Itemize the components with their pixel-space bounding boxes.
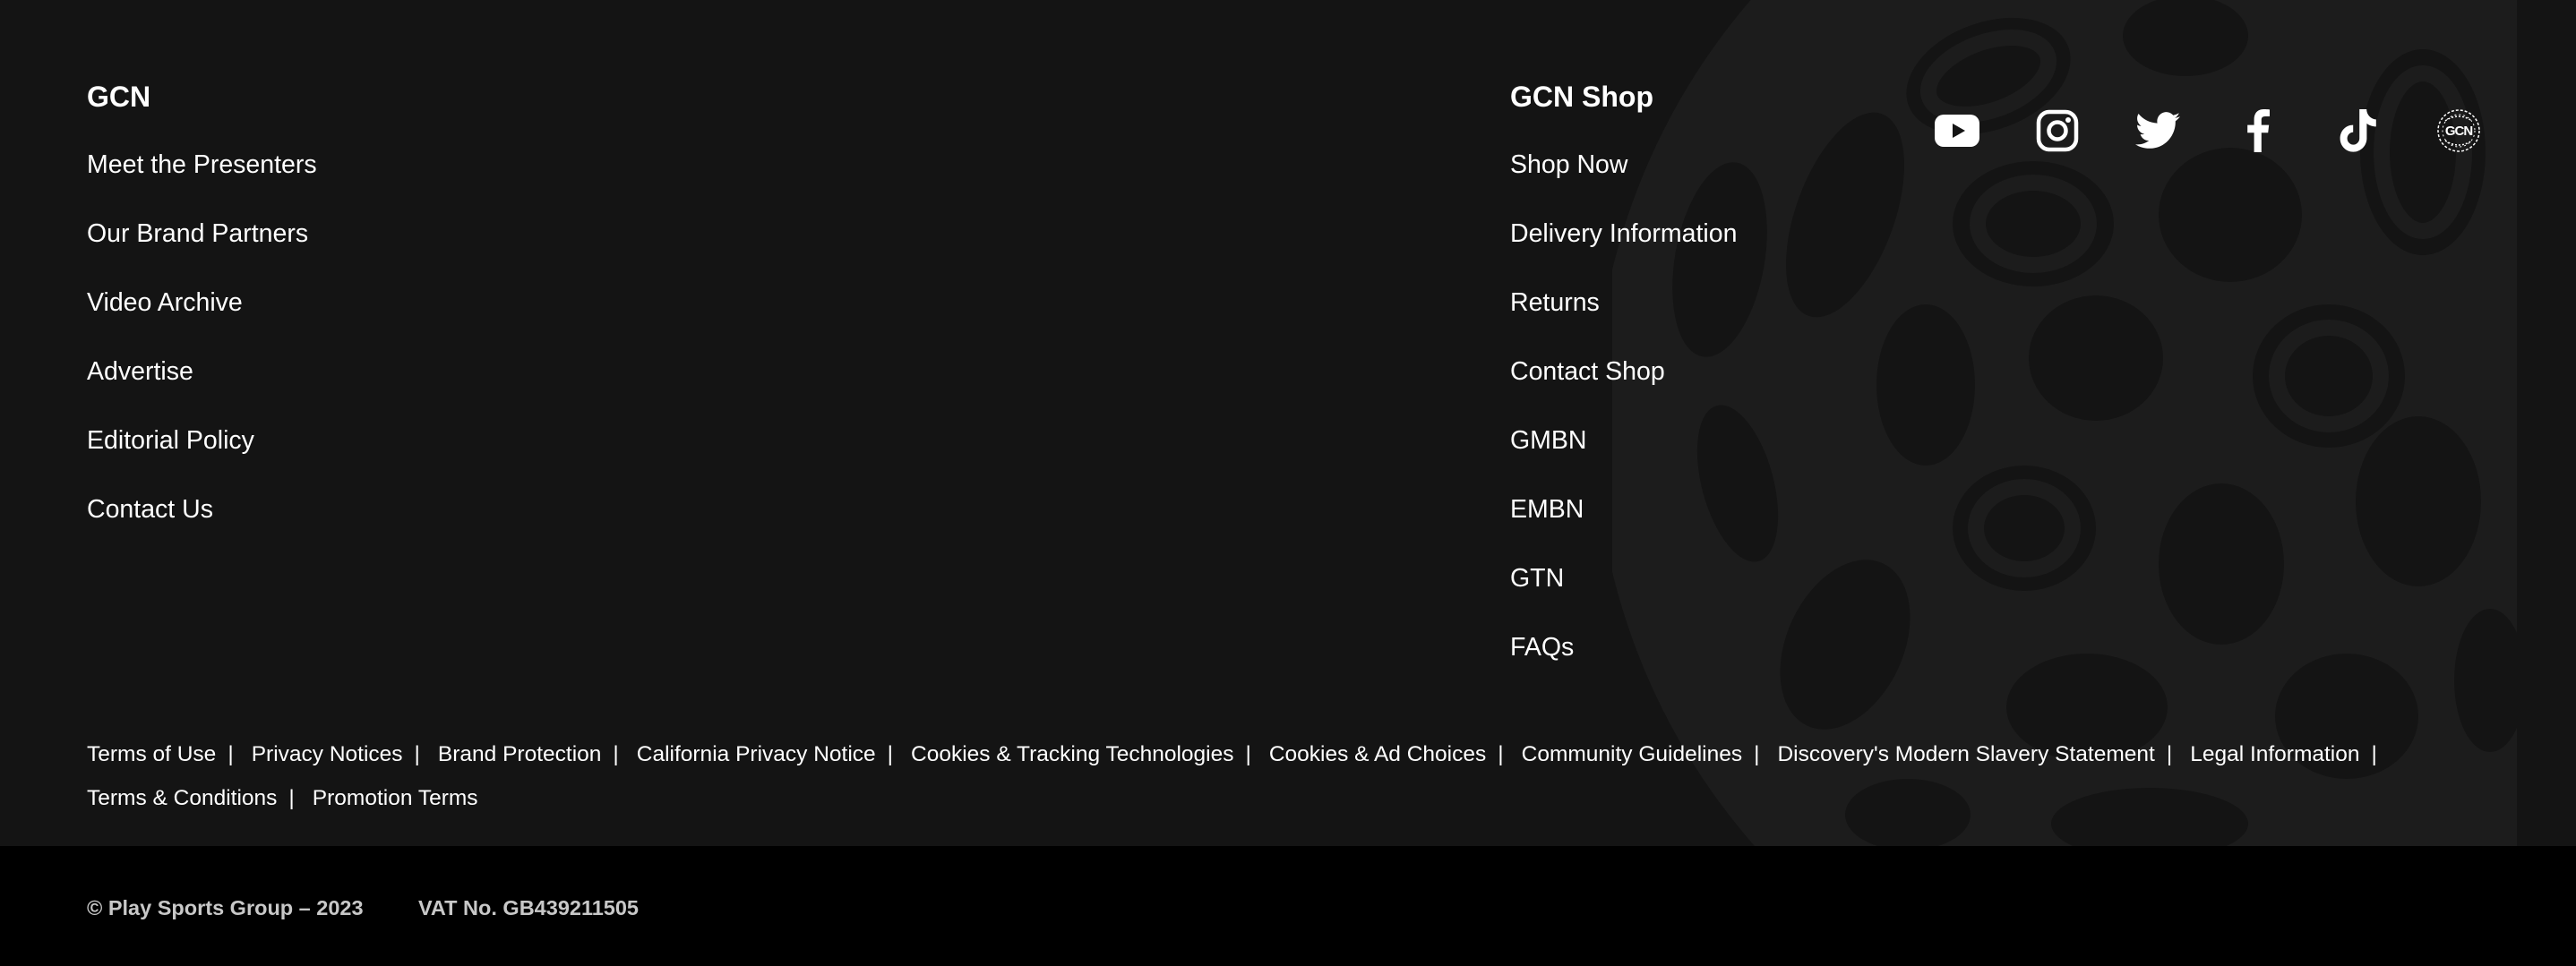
link-faqs[interactable]: FAQs bbox=[1510, 628, 1574, 667]
gcn-column-heading: GCN bbox=[87, 81, 151, 113]
legal-privacy-notices[interactable]: Privacy Notices bbox=[252, 742, 403, 766]
separator: | bbox=[288, 786, 295, 810]
legal-modern-slavery-statement[interactable]: Discovery's Modern Slavery Statement bbox=[1777, 742, 2154, 766]
facebook-link[interactable] bbox=[2231, 104, 2285, 158]
separator: | bbox=[414, 742, 420, 766]
shop-column-heading: GCN Shop bbox=[1510, 81, 1653, 113]
instagram-link[interactable] bbox=[2031, 104, 2084, 158]
link-gmbn[interactable]: GMBN bbox=[1510, 421, 1587, 460]
legal-cookies-ad-choices[interactable]: Cookies & Ad Choices bbox=[1269, 742, 1486, 766]
legal-terms-of-use[interactable]: Terms of Use bbox=[87, 742, 216, 766]
copyright-text: © Play Sports Group – 2023 bbox=[87, 896, 364, 919]
separator: | bbox=[1754, 742, 1760, 766]
vat-number: VAT No. GB439211505 bbox=[418, 896, 640, 919]
link-meet-the-presenters[interactable]: Meet the Presenters bbox=[87, 145, 317, 184]
bottom-bar: © Play Sports Group – 2023 VAT No. GB439… bbox=[0, 846, 2576, 966]
link-shop-now[interactable]: Shop Now bbox=[1510, 145, 1628, 184]
legal-terms-conditions[interactable]: Terms & Conditions bbox=[87, 786, 277, 810]
separator: | bbox=[887, 742, 894, 766]
separator: | bbox=[1498, 742, 1504, 766]
twitter-link[interactable] bbox=[2131, 104, 2185, 158]
separator: | bbox=[228, 742, 234, 766]
link-our-brand-partners[interactable]: Our Brand Partners bbox=[87, 214, 308, 253]
link-embn[interactable]: EMBN bbox=[1510, 490, 1584, 529]
link-advertise[interactable]: Advertise bbox=[87, 352, 193, 391]
legal-brand-protection[interactable]: Brand Protection bbox=[438, 742, 602, 766]
tiktok-icon bbox=[2340, 109, 2376, 152]
link-contact-shop[interactable]: Contact Shop bbox=[1510, 352, 1665, 391]
separator: | bbox=[613, 742, 619, 766]
link-video-archive[interactable]: Video Archive bbox=[87, 283, 243, 322]
legal-california-privacy-notice[interactable]: California Privacy Notice bbox=[637, 742, 876, 766]
legal-links: Terms of Use | Privacy Notices | Brand Prote… bbox=[87, 732, 2505, 820]
shop-column: GCN Shop Shop Now Delivery Information R… bbox=[1510, 75, 1737, 697]
legal-promotion-terms[interactable]: Promotion Terms bbox=[313, 786, 478, 810]
link-delivery-information[interactable]: Delivery Information bbox=[1510, 214, 1737, 253]
legal-legal-information[interactable]: Legal Information bbox=[2190, 742, 2359, 766]
link-gtn[interactable]: GTN bbox=[1510, 559, 1564, 598]
gcn-globe-link[interactable]: GCN bbox=[2432, 104, 2486, 158]
site-footer: GCN Meet the Presenters Our Brand Partne… bbox=[0, 0, 2576, 846]
link-contact-us[interactable]: Contact Us bbox=[87, 490, 213, 529]
youtube-icon bbox=[1935, 115, 1979, 147]
shop-link-list: Shop Now Delivery Information Returns Co… bbox=[1510, 145, 1737, 697]
separator: | bbox=[1245, 742, 1251, 766]
separator: | bbox=[2371, 742, 2377, 766]
legal-community-guidelines[interactable]: Community Guidelines bbox=[1522, 742, 1742, 766]
separator: | bbox=[2166, 742, 2173, 766]
gcn-column: GCN Meet the Presenters Our Brand Partne… bbox=[87, 75, 317, 559]
social-links: GCN bbox=[1930, 104, 2486, 158]
facebook-icon bbox=[2247, 109, 2270, 152]
gcn-globe-icon: GCN bbox=[2437, 109, 2480, 152]
instagram-icon bbox=[2036, 109, 2079, 152]
youtube-link[interactable] bbox=[1930, 104, 1984, 158]
tiktok-link[interactable] bbox=[2331, 104, 2385, 158]
svg-text:GCN: GCN bbox=[2445, 124, 2473, 139]
link-editorial-policy[interactable]: Editorial Policy bbox=[87, 421, 254, 460]
link-returns[interactable]: Returns bbox=[1510, 283, 1600, 322]
gcn-link-list: Meet the Presenters Our Brand Partners V… bbox=[87, 145, 317, 559]
legal-cookies-tracking[interactable]: Cookies & Tracking Technologies bbox=[911, 742, 1233, 766]
twitter-icon bbox=[2135, 112, 2180, 149]
